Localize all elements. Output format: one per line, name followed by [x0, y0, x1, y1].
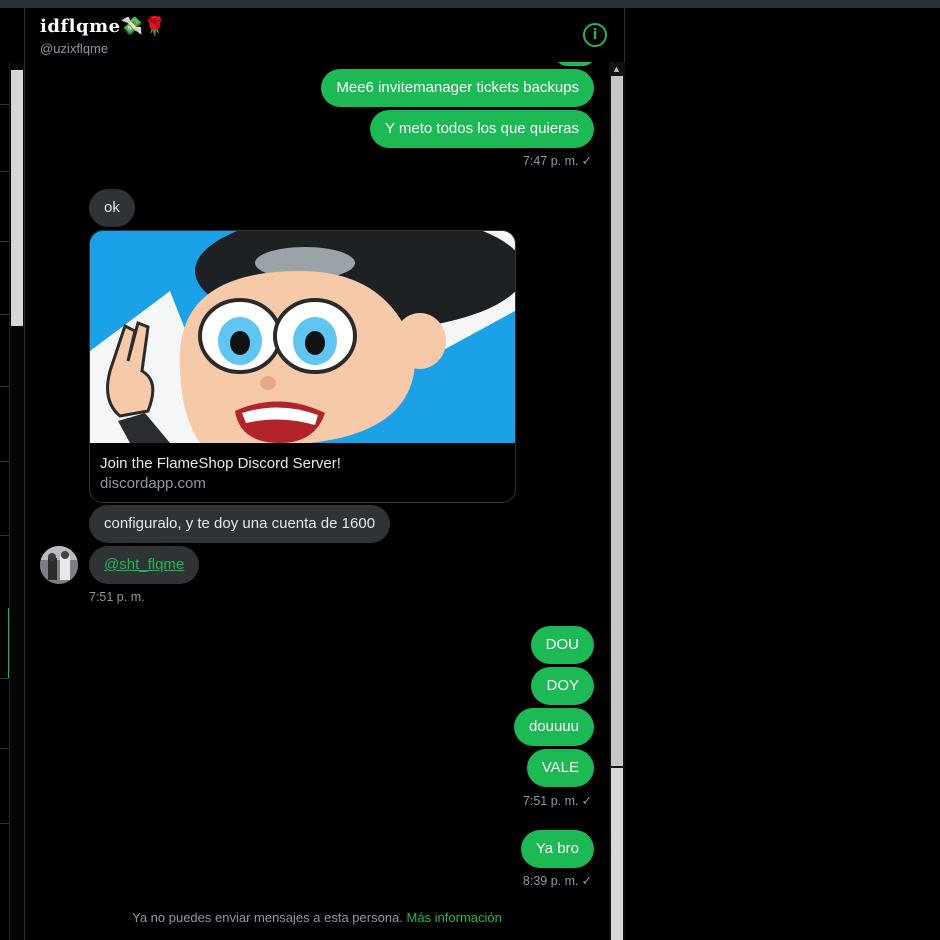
message-bubble-incoming[interactable]: ok [89, 189, 135, 227]
list-scrollbar-thumb[interactable] [11, 70, 23, 326]
link-preview-card[interactable]: Join the FlameShop Discord Server! disco… [89, 230, 516, 503]
thread-scrollbar-thumb[interactable] [611, 768, 623, 940]
message-bubble-outgoing[interactable]: DOY [531, 667, 594, 705]
list-divider [0, 386, 9, 387]
list-divider [0, 535, 9, 536]
message-timestamp: 7:47 p. m. ✓ [522, 154, 592, 168]
message-bubble-partial [555, 62, 595, 66]
contact-handle: @uzixflqme [40, 41, 109, 56]
more-info-link[interactable]: Más información [407, 910, 502, 925]
message-bubble-outgoing[interactable]: VALE [526, 749, 594, 787]
contact-avatar[interactable] [40, 546, 78, 584]
link-preview-image[interactable] [90, 231, 515, 443]
thread-scrollbar[interactable]: ▲ [609, 62, 625, 940]
contact-display-name[interactable]: 𝐢𝐝𝐟𝐥𝐪𝐦𝐞💸🌹 [40, 16, 166, 37]
messaging-disabled-notice: Ya no puedes enviar mensajes a esta pers… [25, 910, 609, 925]
cartoon-avatar-illustration [90, 231, 515, 443]
list-divider [0, 823, 9, 824]
window-top-strip [0, 0, 940, 8]
message-bubble-outgoing[interactable]: douuuu [513, 708, 594, 746]
message-timestamp: 7:51 p. m. ✓ [522, 794, 592, 808]
list-divider [0, 748, 9, 749]
conversation-list-edge [0, 8, 25, 940]
notice-text: Ya no puedes enviar mensajes a esta pers… [132, 910, 403, 925]
thread-scrollbar-track[interactable] [611, 76, 623, 766]
conversation-header: 𝐢𝐝𝐟𝐥𝐪𝐦𝐞💸🌹 @uzixflqme i [25, 8, 625, 63]
sent-check-icon: ✓ [581, 794, 592, 808]
message-bubble-outgoing[interactable]: Ya bro [520, 830, 594, 868]
sent-check-icon: ✓ [581, 874, 592, 888]
message-bubble-outgoing[interactable]: Y meto todos los que quieras [369, 110, 594, 148]
list-divider [0, 171, 9, 172]
link-preview-title[interactable]: Join the FlameShop Discord Server! [100, 455, 341, 472]
list-divider [0, 461, 9, 462]
list-divider [0, 314, 9, 315]
message-bubble-incoming[interactable]: configuralo, y te doy una cuenta de 1600 [89, 505, 391, 543]
message-bubble-outgoing[interactable]: Mee6 invitemanager tickets backups [321, 69, 594, 107]
list-divider [0, 104, 9, 105]
list-divider [0, 241, 9, 242]
message-timestamp: 8:39 p. m. ✓ [522, 874, 592, 888]
message-timestamp: 7:51 p. m. [89, 590, 145, 604]
message-thread: Mee6 invitemanager tickets backups Y met… [25, 62, 609, 940]
list-divider [0, 678, 9, 679]
info-icon[interactable]: i [583, 23, 607, 47]
link-preview-domain: discordapp.com [100, 475, 206, 492]
header-divider [624, 8, 625, 62]
chevron-up-icon[interactable]: ▲ [612, 64, 621, 74]
avatar-photo [40, 546, 78, 584]
user-mention-link[interactable]: @sht_flqme [104, 556, 184, 573]
sent-check-icon: ✓ [581, 154, 592, 168]
message-bubble-incoming[interactable]: @sht_flqme [89, 546, 200, 584]
message-bubble-outgoing[interactable]: DOU [530, 626, 594, 664]
